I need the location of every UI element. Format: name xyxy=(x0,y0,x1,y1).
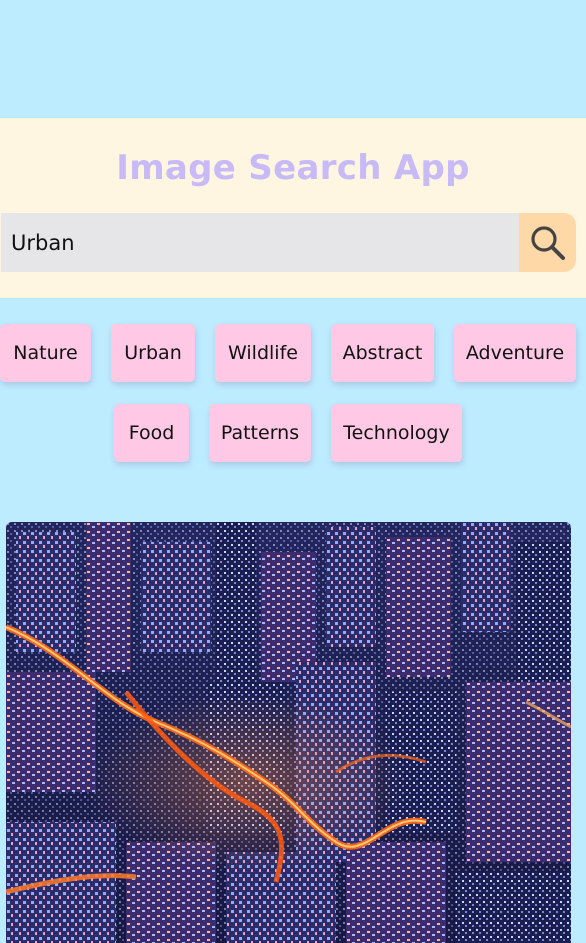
app-title: Image Search App xyxy=(116,148,470,188)
category-button-abstract[interactable]: Abstract xyxy=(331,324,434,382)
search-input[interactable] xyxy=(1,213,519,272)
category-button-wildlife[interactable]: Wildlife xyxy=(215,324,311,382)
category-button-technology[interactable]: Technology xyxy=(331,404,462,462)
search-icon xyxy=(530,225,565,260)
search-button[interactable] xyxy=(519,213,576,272)
page: Image Search App Nature Urban Wildlife A… xyxy=(0,0,586,943)
search-bar xyxy=(1,213,576,272)
category-button-adventure[interactable]: Adventure xyxy=(454,324,576,382)
category-button-nature[interactable]: Nature xyxy=(0,324,91,382)
category-button-patterns[interactable]: Patterns xyxy=(209,404,311,462)
category-button-urban[interactable]: Urban xyxy=(111,324,195,382)
category-button-food[interactable]: Food xyxy=(114,404,189,462)
result-image[interactable] xyxy=(6,522,571,943)
night-city-photo xyxy=(6,522,571,943)
